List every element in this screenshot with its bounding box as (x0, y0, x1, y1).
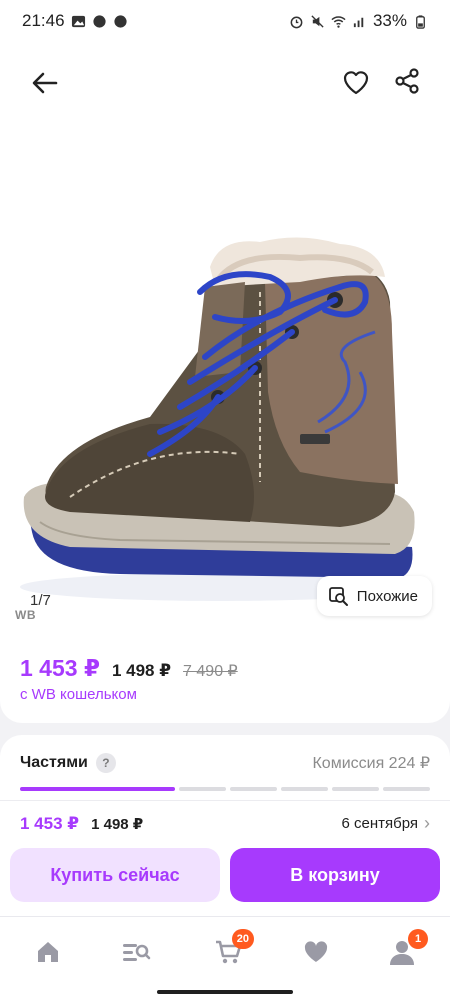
app-notification-icon-2 (113, 14, 127, 28)
signal-icon (353, 17, 364, 27)
progress-segment (20, 787, 176, 791)
price-card: 1 453 ₽ 1 498 ₽ 7 490 ₽ с WB кошельком (0, 637, 450, 723)
add-to-cart-button[interactable]: В корзину (230, 848, 440, 902)
installments-commission: Комиссия 224 ₽ (312, 755, 430, 772)
product-image-boot[interactable] (0, 192, 450, 632)
alarm-icon (290, 16, 303, 28)
tab-home[interactable] (28, 935, 68, 969)
similar-button-label: Похожие (356, 587, 418, 605)
heart-tab-icon (304, 941, 328, 962)
bottom-tabbar: 20 1 (0, 916, 450, 1000)
similar-search-icon (328, 587, 348, 606)
action-buttons: Купить сейчас В корзину (0, 846, 450, 916)
battery-icon (416, 14, 425, 29)
delivery-price-regular: 1 498 ₽ (91, 815, 144, 833)
price-wallet: 1 453 ₽ (20, 655, 100, 681)
tab-cart[interactable]: 20 (208, 929, 254, 969)
tab-favorites[interactable] (296, 935, 336, 969)
price-regular: 1 498 ₽ (111, 661, 172, 680)
similar-button[interactable]: Похожие (316, 576, 432, 616)
product-gallery[interactable]: 1/7 WB Похожие (0, 42, 450, 637)
price-row: 1 453 ₽ 1 498 ₽ 7 490 ₽ (20, 655, 430, 682)
heart-icon[interactable] (340, 66, 372, 98)
wifi-icon (331, 15, 346, 28)
status-time: 21:46 (22, 11, 65, 30)
installments-title-wrap: Частями ? (20, 753, 116, 773)
delivery-date: 6 сентября (341, 815, 418, 832)
progress-segment (281, 787, 329, 791)
home-indicator (157, 990, 293, 994)
progress-segment (179, 787, 227, 791)
gallery-notification-icon (71, 15, 85, 27)
installments-progress (20, 787, 430, 791)
progress-segment (383, 787, 430, 791)
app-notification-icon (92, 14, 106, 28)
wallet-note[interactable]: с WB кошельком (20, 686, 430, 703)
mute-icon (311, 14, 324, 28)
home-icon (38, 942, 58, 962)
gallery-topbar (0, 42, 450, 122)
price-old: 7 490 ₽ (183, 663, 238, 680)
share-icon[interactable] (392, 66, 422, 96)
status-bar-left: 21:46 (22, 11, 128, 31)
image-counter: 1/7 (30, 592, 51, 609)
progress-segment (332, 787, 379, 791)
tab-catalog[interactable] (116, 935, 156, 969)
installments-header: Частями ? Комиссия 224 ₽ (20, 753, 430, 773)
back-arrow-icon[interactable] (28, 66, 62, 100)
progress-segment (230, 787, 278, 791)
delivery-price-wallet: 1 453 ₽ (20, 813, 80, 833)
chevron-right-icon: › (424, 813, 430, 833)
cart-badge: 20 (231, 929, 254, 949)
status-bar-right: 33% (289, 11, 428, 31)
battery-percent: 33% (372, 11, 407, 30)
status-bar: 21:46 33% (0, 0, 450, 42)
delivery-row[interactable]: 1 453 ₽ 1 498 ₽ 6 сентября › (0, 800, 450, 846)
wb-watermark: WB (15, 608, 36, 622)
help-icon[interactable]: ? (95, 753, 116, 773)
tab-profile[interactable]: 1 (382, 929, 428, 969)
buy-now-button[interactable]: Купить сейчас (10, 848, 220, 902)
delivery-date-wrap: 6 сентября › (341, 813, 430, 834)
profile-badge: 1 (408, 929, 428, 949)
catalog-search-icon (123, 944, 151, 961)
installments-title: Частями (20, 754, 88, 771)
